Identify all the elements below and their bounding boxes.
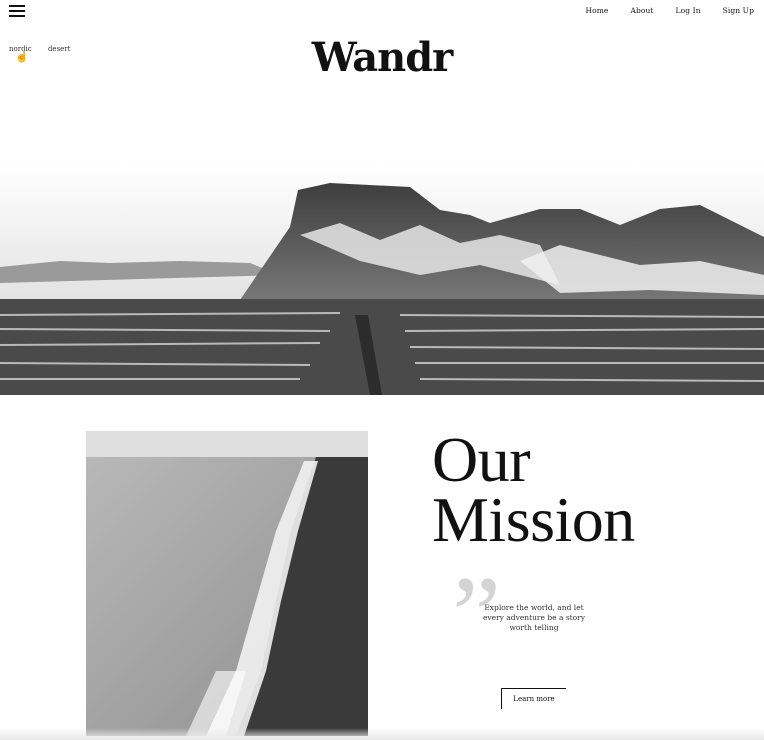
- menu-icon[interactable]: [9, 5, 25, 17]
- mission-heading-line1: Our: [432, 424, 531, 495]
- mission-heading-line2: Mission: [432, 484, 635, 555]
- nav-login-link[interactable]: Log In: [676, 6, 701, 15]
- nav-about-link[interactable]: About: [630, 6, 653, 15]
- mission-quote: Explore the world, and let every adventu…: [482, 603, 586, 632]
- top-nav: Home About Log In Sign Up: [563, 6, 754, 15]
- nav-signup-link[interactable]: Sign Up: [723, 6, 754, 15]
- brand-logo[interactable]: Wandr: [0, 34, 764, 81]
- mission-heading: Our Mission: [432, 424, 635, 555]
- learn-more-button[interactable]: Learn more: [501, 688, 566, 709]
- bottom-fade: [0, 728, 764, 740]
- coastline-image: [86, 431, 368, 736]
- nav-home-link[interactable]: Home: [585, 6, 608, 15]
- top-bar: Home About Log In Sign Up: [0, 0, 764, 28]
- hero-image: [0, 165, 764, 395]
